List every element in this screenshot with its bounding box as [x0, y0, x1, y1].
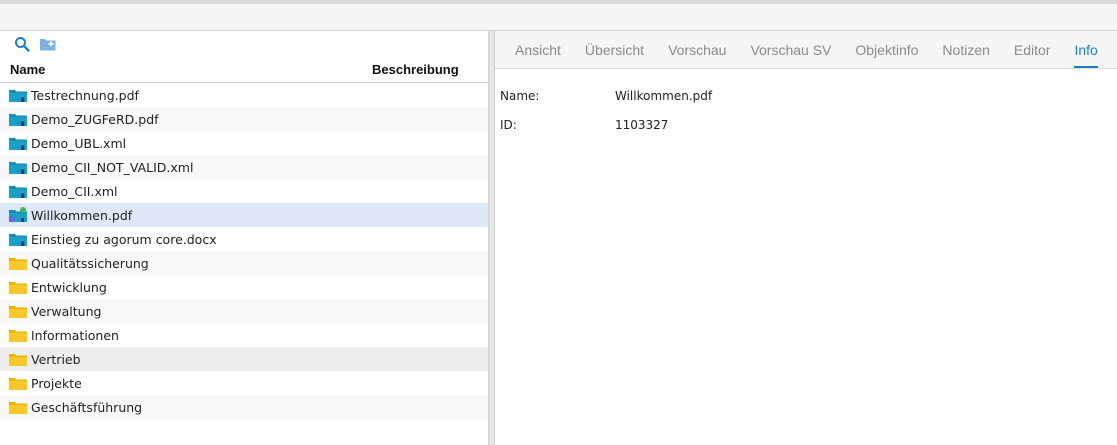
- detail-panel: Ansicht Übersicht Vorschau Vorschau SV Objek…: [495, 31, 1117, 445]
- list-item-label: Demo_CII_NOT_VALID.xml: [31, 159, 194, 175]
- list-item[interactable]: Geschäftsführung: [0, 395, 488, 419]
- top-bar: [0, 0, 1117, 31]
- cloud-file-icon: [8, 135, 31, 151]
- list-item-label: Vertrieb: [31, 351, 81, 367]
- tab-notizen[interactable]: Notizen: [930, 31, 1001, 68]
- linked-file-icon: [8, 207, 31, 223]
- tab-editor[interactable]: Editor: [1002, 31, 1063, 68]
- column-name-header[interactable]: Name: [0, 62, 372, 77]
- info-key: ID:: [500, 117, 517, 132]
- list-item-label: Testrechnung.pdf: [31, 87, 139, 103]
- panel-splitter[interactable]: [488, 31, 495, 445]
- new-folder-icon[interactable]: [39, 35, 57, 53]
- list-item[interactable]: Testrechnung.pdf: [0, 83, 488, 107]
- list-item-label: Entwicklung: [31, 279, 107, 295]
- list-item[interactable]: Entwicklung: [0, 275, 488, 299]
- info-value: Willkommen.pdf: [615, 88, 713, 103]
- list-item-label: Geschäftsführung: [31, 399, 143, 415]
- folder-icon: [8, 255, 31, 271]
- list-item-label: Informationen: [31, 327, 119, 343]
- list-item[interactable]: Demo_ZUGFeRD.pdf: [0, 107, 488, 131]
- list-item-label: Demo_UBL.xml: [31, 135, 127, 151]
- info-value: 1103327: [615, 117, 669, 132]
- list-item-label: Verwaltung: [31, 303, 102, 319]
- tab-vorschau[interactable]: Vorschau: [656, 31, 738, 68]
- tab-ansicht[interactable]: Ansicht: [503, 31, 573, 68]
- list-item[interactable]: Qualitätssicherung: [0, 251, 488, 275]
- list-item[interactable]: Demo_UBL.xml: [0, 131, 488, 155]
- info-key: Name:: [500, 88, 540, 103]
- list-item-label: Qualitätssicherung: [31, 255, 149, 271]
- list-item[interactable]: Einstieg zu agorum core.docx: [0, 227, 488, 251]
- list-item[interactable]: Informationen: [0, 323, 488, 347]
- column-description-header[interactable]: Beschreibung: [372, 62, 488, 77]
- folder-icon: [8, 375, 31, 391]
- tab-bar: Ansicht Übersicht Vorschau Vorschau SV Objek…: [495, 31, 1117, 69]
- list-item-label: Demo_ZUGFeRD.pdf: [31, 111, 159, 127]
- folder-icon: [8, 303, 31, 319]
- list-item[interactable]: Demo_CII_NOT_VALID.xml: [0, 155, 488, 179]
- cloud-file-icon: [8, 183, 31, 199]
- info-row: ID: 1103327: [500, 110, 1117, 139]
- tab-info[interactable]: Info: [1062, 31, 1109, 68]
- cloud-file-icon: [8, 159, 31, 175]
- cloud-file-icon: [8, 231, 31, 247]
- list-item-label: Demo_CII.xml: [31, 183, 118, 199]
- cloud-file-icon: [8, 111, 31, 127]
- list-item[interactable]: Projekte: [0, 371, 488, 395]
- info-content: Name: Willkommen.pdf ID: 1103327: [495, 69, 1117, 139]
- list-item[interactable]: Demo_CII.xml: [0, 179, 488, 203]
- file-list: Testrechnung.pdf Demo_ZUGFeRD.pdf Demo_UBL…: [0, 83, 488, 419]
- file-list-panel: Name Beschreibung Testrechnung.pdf Demo_Z…: [0, 31, 488, 445]
- search-icon[interactable]: [13, 35, 31, 53]
- folder-icon: [8, 279, 31, 295]
- info-row: Name: Willkommen.pdf: [500, 81, 1117, 110]
- tab-objektinfo[interactable]: Objektinfo: [843, 31, 930, 68]
- tab-vorschau-sv[interactable]: Vorschau SV: [738, 31, 843, 68]
- folder-icon: [8, 327, 31, 343]
- list-item[interactable]: Vertrieb: [0, 347, 488, 371]
- file-list-toolbar: [0, 31, 488, 57]
- tab-übersicht[interactable]: Übersicht: [573, 31, 656, 68]
- list-item[interactable]: Willkommen.pdf: [0, 203, 488, 227]
- list-item[interactable]: Verwaltung: [0, 299, 488, 323]
- list-item-label: Willkommen.pdf: [31, 207, 133, 223]
- cloud-file-icon: [8, 87, 31, 103]
- list-item-label: Projekte: [31, 375, 82, 391]
- list-item-label: Einstieg zu agorum core.docx: [31, 231, 217, 247]
- folder-icon: [8, 351, 31, 367]
- column-header: Name Beschreibung: [0, 57, 488, 83]
- folder-icon: [8, 399, 31, 415]
